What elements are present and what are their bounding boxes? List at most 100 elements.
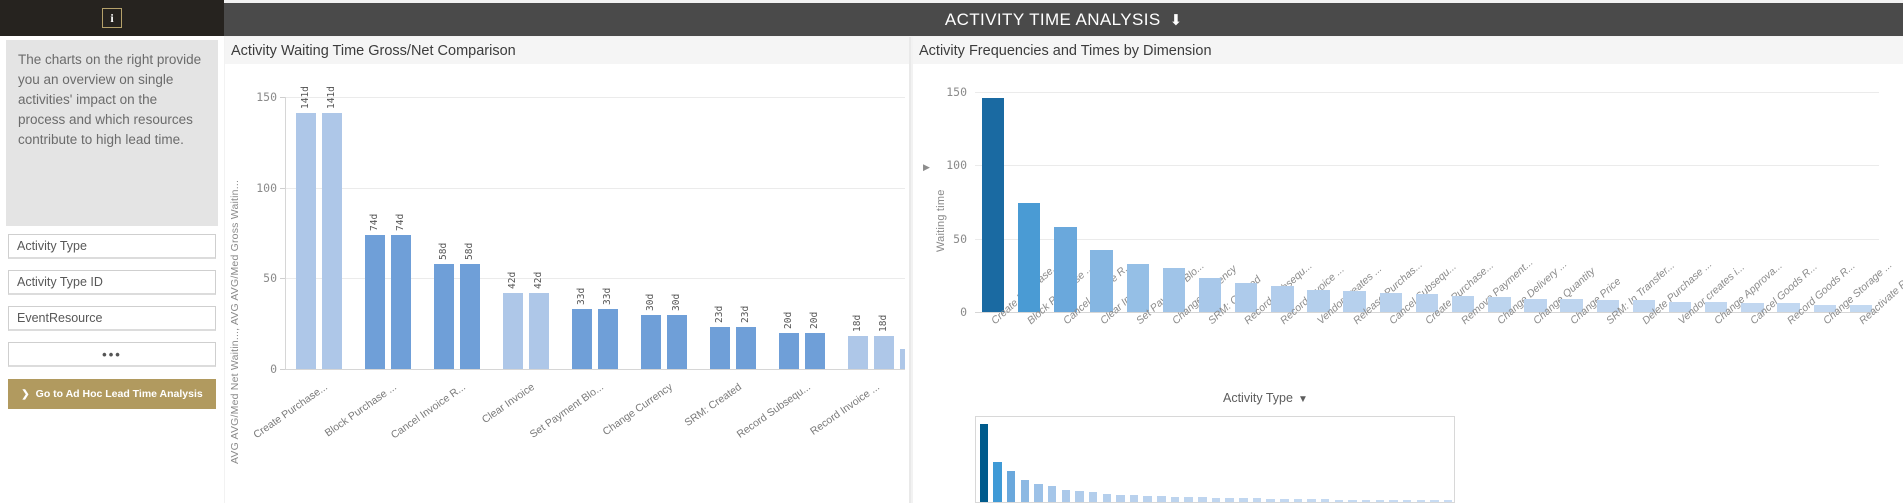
overview-bar (1293, 499, 1303, 502)
left-chart-bar[interactable] (296, 113, 317, 369)
filter-activity-type-label: Activity Type (17, 239, 87, 253)
left-chart-bar[interactable] (460, 263, 481, 369)
left-chart-bar[interactable] (322, 113, 343, 369)
left-chart-bar[interactable] (572, 309, 592, 369)
overview-bar (1321, 499, 1330, 502)
overview-bar (1361, 499, 1371, 502)
left-chart-bar[interactable] (391, 234, 412, 369)
filter-event-resource[interactable]: EventResource (8, 306, 216, 331)
chevron-right-icon: ❯ (21, 388, 30, 400)
sidebar: i The charts on the right provide you an… (0, 0, 224, 503)
overview-bar (1075, 491, 1084, 502)
right-chart-dimension-label: Activity Type (1223, 391, 1293, 405)
left-chart-gridline (285, 187, 905, 189)
left-chart-bar[interactable] (503, 292, 524, 369)
overview-bar (1307, 499, 1316, 502)
left-chart-bar-value: 30d (644, 293, 656, 311)
overview-bar (1225, 497, 1234, 502)
left-chart-bar[interactable] (847, 336, 868, 369)
cta-label: Go to Ad Hoc Lead Time Analysis (35, 388, 203, 400)
right-chart-gridline (975, 165, 1879, 167)
left-chart-y-tick: 50 (263, 271, 277, 286)
overview-bar (1034, 484, 1043, 502)
left-chart-y-tick: 0 (270, 362, 277, 376)
filter-activity-type-id[interactable]: Activity Type ID (8, 270, 216, 295)
sidebar-description: The charts on the right provide you an o… (6, 40, 218, 226)
left-chart-bar-value: 23d (713, 306, 725, 324)
right-chart-bar[interactable] (1018, 203, 1041, 312)
left-chart-bar-value: 141d (300, 86, 312, 110)
left-chart-bar[interactable] (666, 314, 687, 369)
left-chart-bar-value: 18d (877, 315, 889, 333)
overview-bar (1334, 499, 1344, 502)
left-chart-bar-value: 42d (507, 271, 519, 289)
left-chart-bar-value: 33d (602, 287, 613, 306)
left-chart-y-axis (285, 97, 286, 369)
overview-bar (1443, 500, 1453, 502)
chevron-down-icon: ▼ (1297, 394, 1308, 405)
right-chart-dimension-selector[interactable]: Activity Type ▼ (1223, 391, 1308, 405)
right-chart-gridline (975, 92, 1879, 93)
right-chart-overview-strip[interactable] (975, 416, 1455, 503)
left-chart-bar-value: 20d (808, 311, 820, 329)
overview-bar (1184, 497, 1193, 502)
overview-bar (1252, 498, 1262, 502)
filter-more-button[interactable]: ••• (8, 342, 216, 367)
overview-bar (1170, 496, 1180, 502)
left-chart-y-tick: 100 (256, 180, 277, 195)
overview-bar (1143, 495, 1152, 502)
left-chart-bar[interactable] (598, 309, 618, 369)
right-chart-bar[interactable] (1126, 263, 1149, 312)
left-chart-bar-value: 23d (739, 306, 751, 324)
overview-bar (1157, 496, 1166, 502)
filter-activity-type-id-label: Activity Type ID (17, 275, 103, 289)
filter-list: Activity Type Activity Type ID EventReso… (0, 226, 224, 367)
left-chart-bar-partial[interactable] (900, 349, 905, 369)
left-chart-bar-value: 58d (438, 242, 450, 260)
right-chart-title: Activity Frequencies and Times by Dimens… (913, 37, 1903, 64)
left-chart-bar[interactable] (778, 332, 799, 369)
left-chart-bar[interactable] (365, 234, 386, 369)
overview-bar (1348, 499, 1357, 502)
overview-bar (1006, 471, 1016, 502)
left-chart-bar[interactable] (529, 292, 550, 369)
left-chart-bar-value: 74d (395, 213, 407, 231)
download-arrow-icon[interactable]: ⬇ (1170, 11, 1183, 29)
right-chart-y-tick: 50 (953, 231, 967, 246)
left-chart-bar[interactable] (804, 332, 825, 369)
left-chart-bar[interactable] (709, 327, 730, 369)
right-chart[interactable]: ▶Waiting time050100150Create Purchase...… (913, 64, 1903, 503)
right-chart-gridline (975, 238, 1879, 240)
left-chart[interactable]: AVG AVG/Med Net Waitin..., AVG AVG/Med G… (225, 64, 909, 503)
filter-activity-type[interactable]: Activity Type (8, 234, 216, 259)
left-chart-bar[interactable] (873, 336, 894, 369)
activity-time-analysis-dashboard: i The charts on the right provide you an… (0, 0, 1903, 503)
left-chart-bar-value: 30d (670, 293, 682, 311)
left-chart-x-axis (285, 369, 905, 370)
left-chart-bar[interactable] (434, 263, 455, 369)
right-chart-bar[interactable] (1054, 226, 1077, 312)
filter-more-label: ••• (102, 346, 122, 362)
overview-bar (1266, 498, 1275, 502)
overview-bar (1402, 500, 1412, 502)
right-chart-bar[interactable] (1090, 250, 1113, 312)
left-chart-bar[interactable] (640, 314, 661, 369)
sidebar-header: i (0, 0, 224, 36)
filter-event-resource-label: EventResource (17, 311, 103, 325)
go-to-ad-hoc-lead-time-analysis-button[interactable]: ❯ Go to Ad Hoc Lead Time Analysis (8, 379, 216, 409)
overview-bar (1088, 492, 1098, 502)
overview-bar (1102, 494, 1111, 502)
right-chart-bar[interactable] (981, 97, 1005, 312)
left-chart-bar[interactable] (735, 327, 756, 369)
right-chart-y-tick: 150 (946, 85, 967, 99)
info-icon[interactable]: i (102, 8, 122, 28)
overview-bar (1116, 494, 1125, 502)
overview-bar (1129, 495, 1139, 502)
overview-bar (1430, 500, 1439, 502)
page-title: ACTIVITY TIME ANALYSIS (944, 9, 1161, 29)
left-chart-gridline (285, 97, 905, 98)
right-chart-bar[interactable] (1162, 268, 1186, 312)
overview-bar (1416, 500, 1426, 502)
left-chart-bar-value: 42d (533, 271, 545, 289)
page-header: ACTIVITY TIME ANALYSIS ⬇ (224, 3, 1903, 36)
